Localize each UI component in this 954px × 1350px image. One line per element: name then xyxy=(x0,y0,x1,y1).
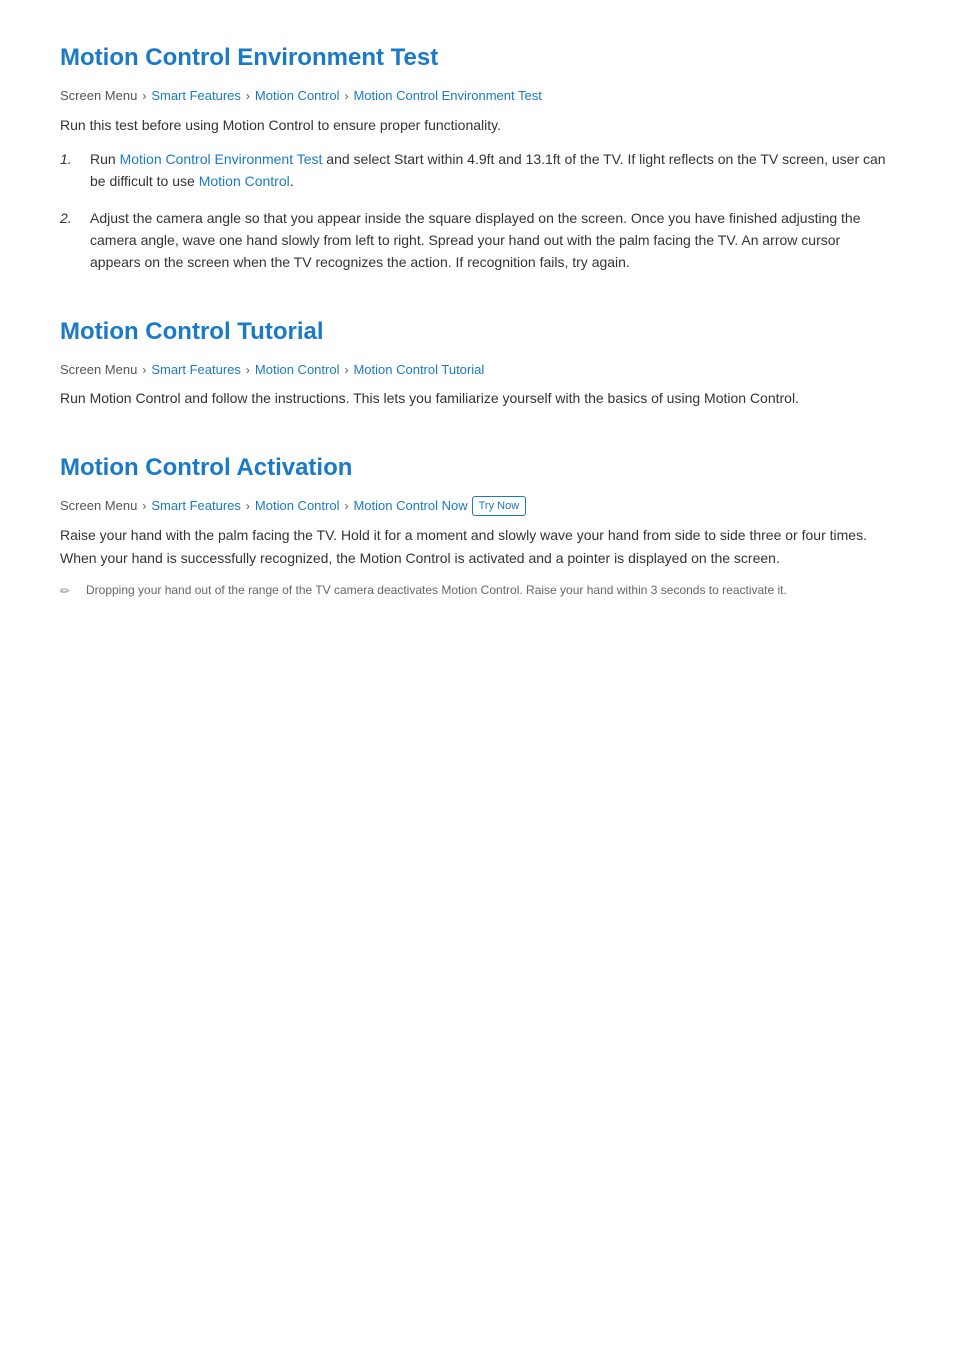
list-number-2: 2. xyxy=(60,207,80,274)
link-env-test[interactable]: Motion Control Environment Test xyxy=(120,151,323,167)
breadcrumb-sep-5: › xyxy=(246,361,250,379)
breadcrumb-env-test[interactable]: Motion Control Environment Test xyxy=(353,86,541,106)
section2-description: Run Motion Control and follow the instru… xyxy=(60,387,894,409)
breadcrumb-smart-features-3[interactable]: Smart Features xyxy=(151,496,241,516)
pencil-icon: ✏ xyxy=(60,582,76,600)
breadcrumb-motion-control-now[interactable]: Motion Control Now xyxy=(353,496,467,516)
list-content-1: Run Motion Control Environment Test and … xyxy=(90,148,894,193)
breadcrumb-2: Screen Menu › Smart Features › Motion Co… xyxy=(60,360,894,380)
breadcrumb-screen-menu-2: Screen Menu xyxy=(60,360,137,380)
section-tutorial: Motion Control Tutorial Screen Menu › Sm… xyxy=(60,314,894,410)
breadcrumb-tutorial[interactable]: Motion Control Tutorial xyxy=(353,360,484,380)
section1-list: 1. Run Motion Control Environment Test a… xyxy=(60,148,894,274)
breadcrumb-screen-menu: Screen Menu xyxy=(60,86,137,106)
breadcrumb-smart-features-1[interactable]: Smart Features xyxy=(151,86,241,106)
section-activation: Motion Control Activation Screen Menu › … xyxy=(60,450,894,600)
list-content-2: Adjust the camera angle so that you appe… xyxy=(90,207,894,274)
breadcrumb-motion-control-1[interactable]: Motion Control xyxy=(255,86,340,106)
breadcrumb-sep-1: › xyxy=(142,87,146,105)
section3-description: Raise your hand with the palm facing the… xyxy=(60,524,894,569)
breadcrumb-sep-9: › xyxy=(344,497,348,515)
list-number-1: 1. xyxy=(60,148,80,193)
breadcrumb-screen-menu-3: Screen Menu xyxy=(60,496,137,516)
breadcrumb-sep-4: › xyxy=(142,361,146,379)
breadcrumb-sep-2: › xyxy=(246,87,250,105)
section1-description: Run this test before using Motion Contro… xyxy=(60,114,894,136)
section2-title: Motion Control Tutorial xyxy=(60,314,894,350)
breadcrumb-smart-features-2[interactable]: Smart Features xyxy=(151,360,241,380)
breadcrumb-sep-7: › xyxy=(142,497,146,515)
link-motion-control-inline[interactable]: Motion Control xyxy=(199,173,290,189)
note-item: ✏ Dropping your hand out of the range of… xyxy=(60,581,894,600)
note-text: Dropping your hand out of the range of t… xyxy=(86,581,894,600)
section-environment-test: Motion Control Environment Test Screen M… xyxy=(60,40,894,274)
breadcrumb-motion-control-2[interactable]: Motion Control xyxy=(255,360,340,380)
list-item-2: 2. Adjust the camera angle so that you a… xyxy=(60,207,894,274)
list-item-1: 1. Run Motion Control Environment Test a… xyxy=(60,148,894,193)
breadcrumb-sep-6: › xyxy=(344,361,348,379)
breadcrumb-sep-3: › xyxy=(344,87,348,105)
breadcrumb-sep-8: › xyxy=(246,497,250,515)
breadcrumb-3: Screen Menu › Smart Features › Motion Co… xyxy=(60,496,894,517)
section3-title: Motion Control Activation xyxy=(60,450,894,486)
section1-title: Motion Control Environment Test xyxy=(60,40,894,76)
try-now-badge[interactable]: Try Now xyxy=(472,496,527,517)
breadcrumb-motion-control-3[interactable]: Motion Control xyxy=(255,496,340,516)
breadcrumb-1: Screen Menu › Smart Features › Motion Co… xyxy=(60,86,894,106)
